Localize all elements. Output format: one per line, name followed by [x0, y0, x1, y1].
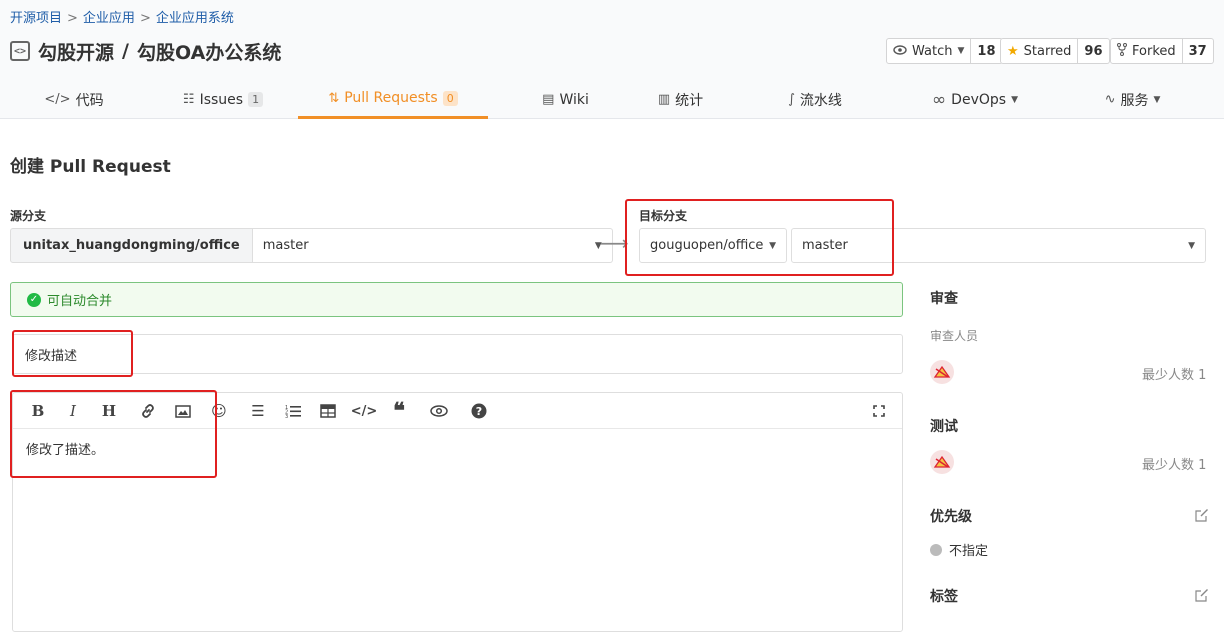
tab-label: 统计	[675, 92, 704, 109]
edit-priority-icon[interactable]	[1194, 507, 1210, 523]
quote-icon[interactable]: ❝	[388, 398, 410, 424]
fork-button[interactable]: Forked	[1110, 38, 1183, 64]
tab-label: Pull Requests	[344, 90, 438, 106]
priority-dot-icon	[930, 543, 942, 556]
caret-down-icon: ▼	[1011, 94, 1018, 105]
table-icon[interactable]	[317, 401, 339, 421]
merge-status-text: 可自动合并	[47, 294, 113, 309]
pull-request-icon: ⇅	[328, 90, 340, 106]
test-heading: 测试	[930, 419, 958, 435]
tab-issues[interactable]: ☷ Issues 1	[148, 80, 298, 119]
infinity-icon: ∞	[932, 89, 947, 110]
highlight-title	[12, 330, 133, 377]
caret-down-icon: ▼	[1153, 94, 1161, 105]
repo-title-slash: /	[122, 40, 129, 62]
help-icon[interactable]: ?	[468, 401, 490, 421]
priority-heading: 优先级	[930, 509, 972, 525]
breadcrumb-item[interactable]: 企业应用系统	[156, 11, 234, 26]
eye-icon	[893, 44, 907, 59]
breadcrumb-item[interactable]: 开源项目	[10, 11, 62, 26]
star-icon: ★	[1007, 43, 1019, 59]
repo-name[interactable]: 勾股OA办公系统	[137, 38, 281, 65]
repo-title: <> 勾股开源 / 勾股OA办公系统	[10, 38, 281, 64]
source-repo: unitax_huangdongming/office	[10, 228, 253, 263]
breadcrumb-item[interactable]: 企业应用	[83, 11, 135, 26]
breadcrumb-separator: >	[139, 11, 151, 26]
test-min-count: 最少人数 1	[1142, 458, 1207, 473]
code-square-icon: <>	[10, 41, 30, 61]
priority-value-text: 不指定	[949, 544, 989, 559]
watch-button[interactable]: Watch ▼	[886, 38, 972, 64]
highlight-target-branch	[625, 199, 894, 276]
highlight-description	[10, 390, 217, 478]
pr-count-badge: 0	[442, 90, 458, 106]
tab-stats[interactable]: ▥ 统计	[643, 80, 718, 119]
source-branch-select[interactable]: master ▼	[252, 228, 613, 263]
chart-icon: ▥	[657, 92, 671, 107]
preview-eye-icon[interactable]	[428, 401, 450, 421]
tab-devops[interactable]: ∞ DevOps ▼	[920, 80, 1030, 119]
caret-down-icon: ▼	[1188, 240, 1195, 251]
star-count[interactable]: 96	[1078, 38, 1110, 64]
tab-label: Issues	[199, 91, 244, 108]
fullscreen-icon[interactable]	[868, 401, 890, 421]
unordered-list-icon[interactable]: ☰	[247, 401, 269, 421]
star-group: ★ Starred 96	[1000, 38, 1110, 64]
ordered-list-icon[interactable]: 123	[282, 401, 304, 421]
tab-label: Wiki	[559, 91, 589, 108]
issues-icon: ☷	[182, 92, 195, 107]
watch-count[interactable]: 18	[971, 38, 1003, 64]
star-button[interactable]: ★ Starred	[1000, 38, 1079, 64]
book-icon: ▤	[542, 92, 555, 107]
code-icon: </>	[44, 92, 71, 107]
fork-icon	[1117, 42, 1127, 60]
star-label: Starred	[1023, 43, 1072, 59]
fork-label: Forked	[1132, 43, 1176, 59]
reviewers-label: 审查人员	[930, 329, 979, 343]
watch-group: Watch ▼ 18	[886, 38, 1003, 64]
svg-text:?: ?	[476, 405, 482, 418]
source-branch-value: master	[262, 238, 309, 253]
breadcrumb: 开源项目 > 企业应用 > 企业应用系统	[10, 7, 234, 26]
pipeline-icon: ∫	[788, 92, 795, 107]
check-circle-icon: ✓	[27, 292, 41, 307]
page-title: 创建 Pull Request	[10, 157, 171, 177]
code-block-icon[interactable]: </>	[351, 401, 378, 421]
reviewer-avatar[interactable]	[930, 360, 954, 384]
tab-label: 流水线	[799, 92, 842, 109]
priority-value: 不指定	[930, 540, 988, 559]
issues-count-badge: 1	[248, 92, 264, 107]
tester-avatar[interactable]	[930, 450, 954, 474]
repo-owner[interactable]: 勾股开源	[38, 38, 114, 65]
breadcrumb-separator: >	[67, 11, 78, 26]
caret-down-icon: ▼	[957, 46, 965, 56]
review-min-count: 最少人数 1	[1142, 368, 1207, 383]
tab-services[interactable]: ∿ 服务 ▼	[1085, 80, 1180, 119]
edit-labels-icon[interactable]	[1194, 587, 1210, 603]
pr-title-input[interactable]: 修改描述	[12, 334, 903, 374]
pulse-icon: ∿	[1104, 92, 1116, 107]
repo-header: 开源项目 > 企业应用 > 企业应用系统 <> 勾股开源 / 勾股OA办公系统 Watc…	[0, 0, 1224, 119]
source-branch-row: unitax_huangdongming/office master ▼	[10, 228, 613, 263]
source-branch-label: 源分支	[10, 209, 47, 223]
fork-group: Forked 37	[1110, 38, 1214, 64]
repo-nav: </> 代码 ☷ Issues 1 ⇅ Pull Requests 0 ▤ Wi…	[0, 80, 1224, 119]
tab-label: 服务	[1120, 92, 1149, 109]
merge-status-banner: ✓ 可自动合并	[10, 282, 903, 317]
tab-pipeline[interactable]: ∫ 流水线	[760, 80, 870, 119]
labels-heading: 标签	[930, 589, 958, 605]
tab-pull-requests[interactable]: ⇅ Pull Requests 0	[298, 80, 488, 119]
tab-code[interactable]: </> 代码	[0, 80, 148, 119]
tab-wiki[interactable]: ▤ Wiki	[488, 80, 643, 119]
watch-label: Watch	[912, 43, 953, 59]
fork-count[interactable]: 37	[1182, 38, 1214, 64]
tab-label: DevOps	[951, 91, 1007, 108]
tab-label: 代码	[75, 92, 104, 109]
review-heading: 审查	[930, 291, 958, 307]
svg-text:3: 3	[285, 414, 288, 418]
